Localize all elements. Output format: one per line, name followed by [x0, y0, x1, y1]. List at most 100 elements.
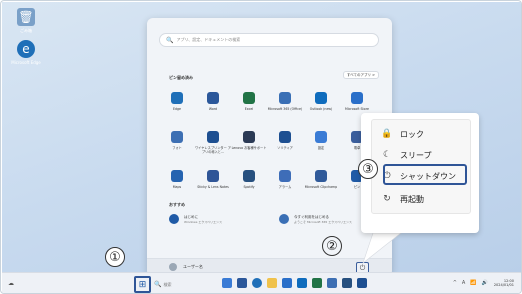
pinned-app[interactable]: Microsoft Clipchamp — [303, 170, 339, 200]
pinned-app-label: ワイヤレスプリンター アプリの導入と… — [195, 146, 231, 154]
wifi-icon[interactable]: 📶 — [470, 280, 476, 286]
excel-icon — [243, 92, 255, 104]
pinned-app[interactable]: Microsoft 365 (Office) — [267, 92, 303, 122]
weather-icon[interactable]: ☁ — [8, 280, 14, 287]
pinned-app-label: Spotify — [243, 185, 255, 189]
menu-item-lock[interactable]: 🔒 ロック — [380, 125, 424, 143]
pinned-app-label: 設定 — [317, 146, 325, 150]
volume-icon[interactable]: 🔊 — [482, 280, 488, 286]
spotify-icon — [243, 170, 255, 182]
search-icon: 🔍 — [166, 36, 174, 44]
pinned-app-label: Lenovo お客様サポート — [231, 146, 267, 150]
taskbar-app-icon[interactable] — [237, 278, 247, 288]
menu-item-label: スリープ — [400, 150, 432, 160]
edge-icon: e — [17, 40, 35, 58]
pinned-section-title: ピン留め済み — [169, 75, 193, 80]
store-icon — [351, 92, 363, 104]
pinned-app[interactable]: Outlook (new) — [303, 92, 339, 122]
recommended-item[interactable]: 今すぐ利用をはじめる ようこそ Microsoft 365 エクスペリエンス — [279, 214, 352, 224]
taskbar-app-icon[interactable] — [312, 278, 322, 288]
avatar — [169, 263, 177, 271]
pinned-app[interactable]: ワイヤレスプリンター アプリの導入と… — [195, 131, 231, 161]
search-icon: 🔍 — [154, 281, 162, 288]
pinned-app-label: Maps — [172, 185, 182, 189]
step-marker-2: ② — [322, 236, 342, 256]
pinned-app-label: フォト — [172, 146, 182, 150]
pinned-app-label: Word — [208, 107, 218, 111]
taskbar-search-label: 検索 — [163, 281, 172, 287]
clock[interactable]: 12:00 2024/01/01 — [494, 279, 514, 287]
pinned-app[interactable]: Spotify — [231, 170, 267, 200]
photos-icon — [171, 131, 183, 143]
lock-icon: 🔒 — [381, 129, 393, 139]
pinned-app[interactable]: Edge — [159, 92, 195, 122]
taskbar: ☁ ⊞ 🔍 検索 ^ A 📶 🔊 12:00 2024/01/01 — [2, 272, 521, 293]
user-account-button[interactable]: ユーザー名 — [169, 263, 203, 271]
menu-item-restart[interactable]: ↻ 再起動 — [380, 190, 424, 208]
desktop-icon-edge[interactable]: e Microsoft Edge — [6, 40, 46, 65]
pinned-app-label: アラーム — [278, 185, 292, 189]
welcome-icon — [279, 214, 289, 224]
clipchamp-icon — [315, 170, 327, 182]
pinned-apps-grid: Edge Word Excel Microsoft 365 (Office) Outlo… — [159, 92, 379, 200]
menu-item-label: 再起動 — [400, 194, 424, 204]
taskbar-app-icon[interactable] — [342, 278, 352, 288]
notes-icon — [207, 170, 219, 182]
pinned-app-label: Edge — [172, 107, 182, 111]
restart-icon: ↻ — [383, 194, 391, 204]
start-menu: 🔍 アプリ、設定、ドキュメントの検索 ピン留め済み すべてのアプリ > Edge… — [147, 18, 392, 276]
menu-item-label: ロック — [400, 129, 424, 139]
pinned-app[interactable]: Word — [195, 92, 231, 122]
pinned-app-label: Microsoft 365 (Office) — [267, 107, 303, 111]
menu-item-sleep[interactable]: ☾ スリープ — [380, 146, 432, 164]
pinned-app[interactable]: 設定 — [303, 131, 339, 161]
start-search-box[interactable]: 🔍 アプリ、設定、ドキュメントの検索 — [159, 33, 379, 47]
recommended-subtitle: ようこそ Microsoft 365 エクスペリエンス — [294, 219, 352, 224]
pinned-app[interactable]: フォト — [159, 131, 195, 161]
taskbar-app-icon[interactable] — [327, 278, 337, 288]
taskbar-app-icon[interactable] — [357, 278, 367, 288]
chevron-up-icon[interactable]: ^ — [453, 280, 457, 286]
clock-icon — [279, 170, 291, 182]
shutdown-highlight — [383, 164, 467, 185]
printer-app-icon — [207, 131, 219, 143]
edge-icon — [171, 92, 183, 104]
pinned-app-label: 電卓 — [353, 146, 361, 150]
recommended-item[interactable]: はじめに Windows エクスペリエンス — [169, 214, 222, 224]
pinned-app-label: ソリティア — [277, 146, 293, 150]
settings-icon — [315, 131, 327, 143]
start-button[interactable]: ⊞ — [134, 276, 151, 293]
pinned-app-label: Microsoft Store — [345, 107, 369, 111]
outlook-icon — [315, 92, 327, 104]
taskbar-apps — [222, 278, 372, 288]
pinned-app[interactable]: アラーム — [267, 170, 303, 200]
desktop-icon-label: ごみ箱 — [20, 28, 32, 33]
all-apps-button[interactable]: すべてのアプリ > — [343, 71, 379, 79]
pinned-app[interactable]: Maps — [159, 170, 195, 200]
taskbar-app-icon[interactable] — [282, 278, 292, 288]
recommended-subtitle: Windows エクスペリエンス — [184, 219, 222, 224]
recommended-section-title: おすすめ — [169, 202, 185, 207]
pinned-app[interactable]: Lenovo お客様サポート — [231, 131, 267, 161]
sleep-icon: ☾ — [382, 150, 392, 160]
taskbar-app-icon[interactable] — [297, 278, 307, 288]
taskbar-app-icon[interactable] — [252, 278, 262, 288]
pinned-app[interactable]: ソリティア — [267, 131, 303, 161]
taskbar-app-icon[interactable] — [222, 278, 232, 288]
maps-icon — [171, 170, 183, 182]
pinned-app-label: Excel — [244, 107, 254, 111]
pinned-app[interactable]: Sticky & Lens Notes — [195, 170, 231, 200]
pinned-app-label: Microsoft Clipchamp — [304, 185, 338, 189]
pinned-app-label: Sticky & Lens Notes — [197, 185, 229, 189]
desktop-icon-label: Microsoft Edge — [11, 60, 41, 65]
office-icon — [279, 92, 291, 104]
taskbar-search[interactable]: 🔍 検索 — [154, 279, 190, 290]
desktop-icon-recycle-bin[interactable]: 🗑 ごみ箱 — [6, 8, 46, 34]
taskbar-app-icon[interactable] — [267, 278, 277, 288]
pinned-app-label: Outlook (new) — [309, 107, 333, 111]
pinned-app[interactable]: Excel — [231, 92, 267, 122]
screenshot-frame: 🗑 ごみ箱 e Microsoft Edge 🔍 アプリ、設定、ドキュメントの検… — [0, 0, 522, 294]
windows-icon: ⊞ — [138, 279, 147, 290]
ime-icon[interactable]: A — [462, 280, 465, 286]
system-tray: ^ A 📶 🔊 12:00 2024/01/01 — [448, 279, 514, 287]
